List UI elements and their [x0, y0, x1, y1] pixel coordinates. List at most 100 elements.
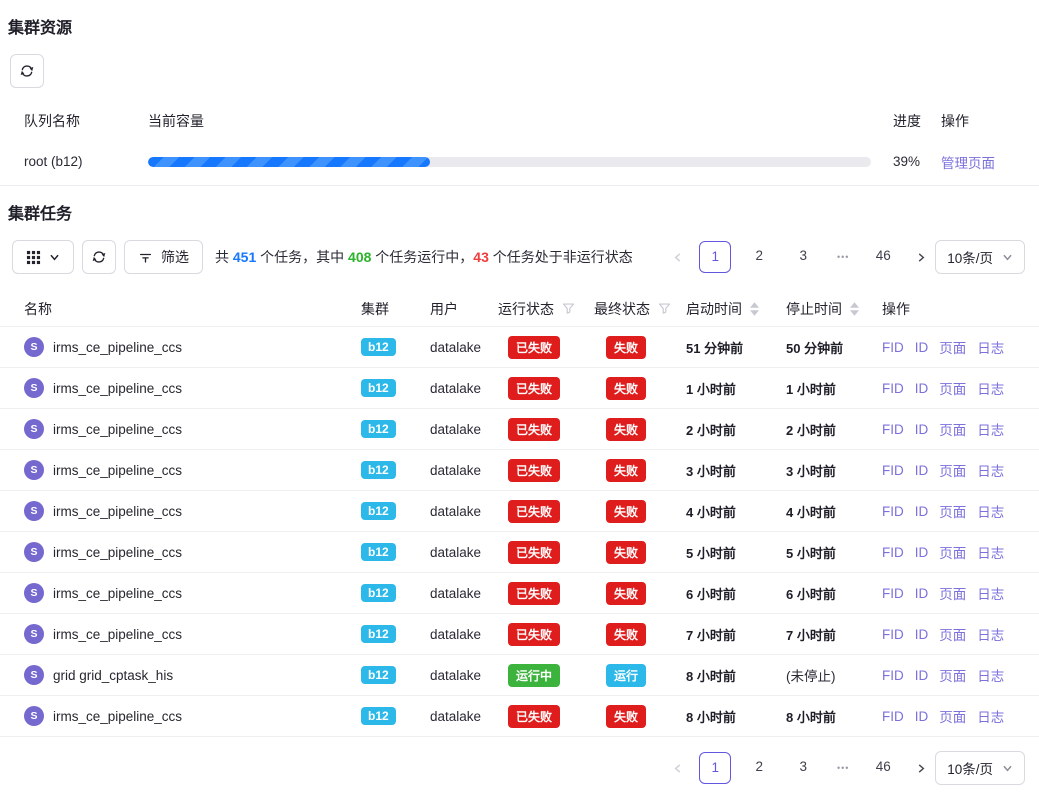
sort-icon[interactable]	[850, 302, 859, 316]
op-link-FID[interactable]: FID	[882, 504, 904, 519]
avatar: S	[24, 542, 44, 562]
op-link-ID[interactable]: ID	[915, 463, 929, 478]
task-name: irms_ce_pipeline_ccs	[53, 709, 182, 724]
op-link-日志[interactable]: 日志	[977, 460, 1004, 480]
run-status-badge: 已失败	[508, 623, 560, 646]
sort-icon[interactable]	[750, 302, 759, 316]
op-link-ID[interactable]: ID	[915, 545, 929, 560]
avatar: S	[24, 501, 44, 521]
op-link-日志[interactable]: 日志	[977, 542, 1004, 562]
op-link-ID[interactable]: ID	[915, 668, 929, 683]
op-link-ID[interactable]: ID	[915, 422, 929, 437]
op-link-日志[interactable]: 日志	[977, 665, 1004, 685]
op-link-页面[interactable]: 页面	[939, 419, 966, 439]
op-link-页面[interactable]: 页面	[939, 378, 966, 398]
stop-time-cell: 5 小时前	[786, 543, 882, 562]
op-link-FID[interactable]: FID	[882, 545, 904, 560]
op-link-页面[interactable]: 页面	[939, 624, 966, 644]
cluster-tag: b12	[361, 666, 396, 684]
start-time-cell: 51 分钟前	[686, 338, 786, 357]
op-link-页面[interactable]: 页面	[939, 501, 966, 521]
pagination-page-46[interactable]: 46	[867, 752, 899, 784]
stop-time-cell: (未停止)	[786, 665, 882, 685]
cluster-resources-title: 集群资源	[8, 14, 1039, 38]
run-status-badge: 已失败	[508, 541, 560, 564]
pagination-next-icon[interactable]	[911, 752, 931, 784]
op-link-FID[interactable]: FID	[882, 340, 904, 355]
filter-funnel-icon[interactable]	[562, 302, 575, 315]
pagination-page-1[interactable]: 1	[699, 241, 731, 273]
avatar: S	[24, 583, 44, 603]
page-size-select[interactable]: 10条/页	[935, 751, 1025, 785]
op-link-ID[interactable]: ID	[915, 709, 929, 724]
pagination-page-2[interactable]: 2	[743, 752, 775, 784]
op-link-日志[interactable]: 日志	[977, 419, 1004, 439]
cluster-cell: b12	[361, 666, 430, 684]
op-link-页面[interactable]: 页面	[939, 460, 966, 480]
cluster-tag: b12	[361, 461, 396, 479]
op-link-FID[interactable]: FID	[882, 422, 904, 437]
pagination-page-46[interactable]: 46	[867, 241, 899, 273]
cluster-cell: b12	[361, 543, 430, 561]
op-link-页面[interactable]: 页面	[939, 706, 966, 726]
table-row: S irms_ce_pipeline_ccs b12 datalake 已失败 …	[0, 409, 1039, 450]
task-name: irms_ce_pipeline_ccs	[53, 586, 182, 601]
pagination-ellipsis[interactable]: •••	[831, 252, 855, 262]
refresh-resources-button[interactable]	[10, 54, 44, 88]
user-cell: datalake	[430, 340, 498, 355]
op-link-日志[interactable]: 日志	[977, 337, 1004, 357]
op-link-ID[interactable]: ID	[915, 381, 929, 396]
pagination-prev-icon[interactable]	[667, 241, 687, 273]
op-link-FID[interactable]: FID	[882, 668, 904, 683]
op-link-日志[interactable]: 日志	[977, 378, 1004, 398]
progress-value: 39%	[881, 154, 941, 169]
op-link-页面[interactable]: 页面	[939, 337, 966, 357]
op-link-ID[interactable]: ID	[915, 340, 929, 355]
task-name-cell: S irms_ce_pipeline_ccs	[0, 419, 361, 439]
op-link-日志[interactable]: 日志	[977, 706, 1004, 726]
col-cluster: 集群	[361, 299, 430, 319]
final-status-badge: 失败	[606, 336, 646, 359]
final-status-cell: 失败	[594, 500, 686, 523]
refresh-tasks-button[interactable]	[82, 240, 116, 274]
col-final-status: 最终状态	[594, 299, 686, 319]
op-link-FID[interactable]: FID	[882, 709, 904, 724]
op-link-日志[interactable]: 日志	[977, 583, 1004, 603]
op-link-日志[interactable]: 日志	[977, 624, 1004, 644]
filter-button[interactable]: 筛选	[124, 240, 203, 274]
op-link-日志[interactable]: 日志	[977, 501, 1004, 521]
op-link-ID[interactable]: ID	[915, 627, 929, 642]
pagination-page-2[interactable]: 2	[743, 241, 775, 273]
op-link-FID[interactable]: FID	[882, 463, 904, 478]
pagination-page-1[interactable]: 1	[699, 752, 731, 784]
view-mode-button[interactable]	[12, 240, 74, 274]
filter-funnel-icon[interactable]	[658, 302, 671, 315]
op-link-FID[interactable]: FID	[882, 586, 904, 601]
pagination-page-3[interactable]: 3	[787, 752, 819, 784]
op-link-FID[interactable]: FID	[882, 627, 904, 642]
cluster-tag: b12	[361, 420, 396, 438]
op-link-FID[interactable]: FID	[882, 381, 904, 396]
final-status-cell: 运行	[594, 664, 686, 687]
pagination-page-3[interactable]: 3	[787, 241, 819, 273]
pagination-next-icon[interactable]	[911, 241, 931, 273]
op-link-页面[interactable]: 页面	[939, 583, 966, 603]
manage-page-link[interactable]: 管理页面	[941, 156, 995, 171]
op-link-ID[interactable]: ID	[915, 504, 929, 519]
tasks-toolbar: 筛选 共 451 个任务，其中 408 个任务运行中，43 个任务处于非运行状态…	[10, 239, 1025, 275]
cluster-tasks-title: 集群任务	[8, 200, 1039, 224]
ops-cell: FID ID 页面日志	[882, 542, 1039, 562]
pagination-ellipsis[interactable]: •••	[831, 763, 855, 773]
page-size-select[interactable]: 10条/页	[935, 240, 1025, 274]
col-start-time: 启动时间	[686, 299, 786, 319]
final-status-badge: 失败	[606, 582, 646, 605]
op-link-ID[interactable]: ID	[915, 586, 929, 601]
user-cell: datalake	[430, 586, 498, 601]
final-status-badge: 运行	[606, 664, 646, 687]
pagination-prev-icon[interactable]	[667, 752, 687, 784]
op-link-页面[interactable]: 页面	[939, 665, 966, 685]
op-link-页面[interactable]: 页面	[939, 542, 966, 562]
final-status-badge: 失败	[606, 623, 646, 646]
cluster-cell: b12	[361, 338, 430, 356]
start-time-cell: 6 小时前	[686, 584, 786, 603]
